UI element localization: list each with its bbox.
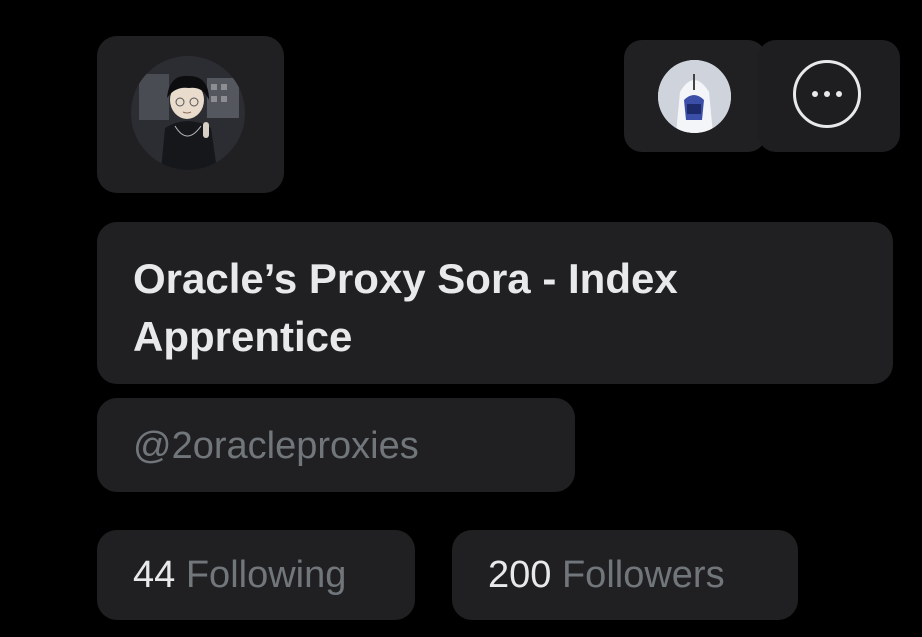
display-name-card: Oracle’s Proxy Sora - Index Apprentice (97, 222, 893, 384)
avatar-illustration (131, 56, 245, 170)
followers-count: 200 (488, 554, 552, 596)
followers-label: Followers (561, 554, 725, 596)
following-label: Following (185, 554, 347, 596)
handle-card: @2oracleproxies (97, 398, 575, 492)
account-avatar-icon (658, 60, 731, 133)
following-count: 44 (133, 554, 176, 596)
followers-link[interactable]: 200 Followers (452, 530, 798, 620)
profile-handle: @2oracleproxies (133, 425, 419, 467)
profile-avatar-card[interactable] (97, 36, 284, 193)
following-link[interactable]: 44 Following (97, 530, 415, 620)
profile-avatar[interactable] (131, 56, 245, 170)
more-options-button[interactable] (758, 40, 900, 152)
display-name: Oracle’s Proxy Sora - Index Apprentice (133, 255, 678, 360)
switch-account-button[interactable] (624, 40, 766, 152)
ellipsis-circle-icon (793, 60, 861, 128)
